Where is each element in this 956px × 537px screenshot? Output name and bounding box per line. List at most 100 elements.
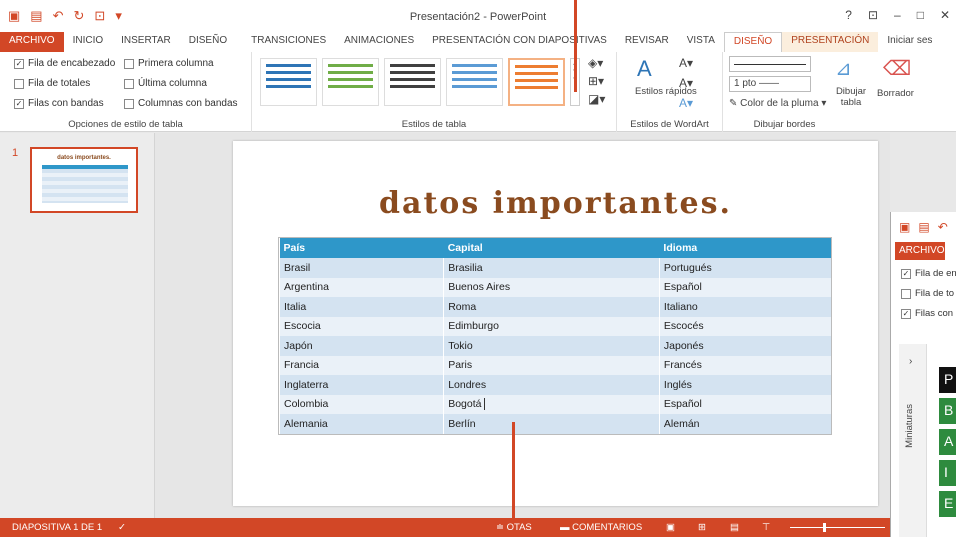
- notes-button[interactable]: ≐ OTAS: [496, 522, 532, 533]
- effects-icon[interactable]: ◪▾: [588, 92, 605, 106]
- text-outline-icon[interactable]: A▾: [679, 76, 693, 90]
- option-label: Primera columna: [138, 58, 214, 69]
- maximize-button[interactable]: □: [917, 8, 924, 22]
- table-cell[interactable]: Argentina: [278, 277, 444, 297]
- table-style-swatch-selected[interactable]: [508, 58, 565, 106]
- minimize-button[interactable]: –: [894, 8, 901, 22]
- zoom-slider-thumb[interactable]: [823, 523, 826, 532]
- slide-thumbnail[interactable]: datos importantes.: [30, 147, 138, 213]
- overlay-option[interactable]: Fila de to: [901, 288, 954, 299]
- table-cell[interactable]: Brasil: [278, 258, 444, 278]
- table-cell[interactable]: Inglés: [658, 375, 831, 395]
- total-row-option[interactable]: Fila de totales: [14, 78, 90, 89]
- checkbox-icon: [124, 58, 134, 69]
- tab-insertar[interactable]: INSERTAR: [112, 32, 180, 52]
- table-cell[interactable]: Edimburgo: [443, 316, 660, 336]
- table-cell[interactable]: Londres: [443, 375, 660, 395]
- table-cell[interactable]: Berlín: [443, 414, 660, 434]
- eraser-icon[interactable]: ⌫: [883, 56, 911, 81]
- thumbnails-collapsed-pane[interactable]: › Miniaturas: [899, 344, 927, 537]
- overlay-table-cell: E: [939, 491, 956, 517]
- pen-style-select[interactable]: [729, 56, 811, 72]
- table-style-swatch[interactable]: [446, 58, 503, 106]
- tab-transiciones[interactable]: TRANSICIONES: [242, 32, 335, 52]
- text-fill-icon[interactable]: A▾: [679, 56, 693, 70]
- table-cell[interactable]: Español: [658, 277, 831, 297]
- pen-color-button[interactable]: ✎ Color de la pluma ▾: [729, 98, 826, 109]
- table-cell[interactable]: Brasilia: [443, 258, 660, 278]
- slide-title[interactable]: datos importantes.: [233, 186, 878, 221]
- window-title: Presentación2 - PowerPoint: [409, 11, 547, 23]
- pen-weight-select[interactable]: 1 pto ——: [729, 76, 811, 92]
- text-styles-icon[interactable]: A: [637, 56, 652, 82]
- table-cell[interactable]: Inglaterra: [278, 375, 444, 395]
- table-cell[interactable]: Escocia: [278, 316, 444, 336]
- first-column-option[interactable]: Primera columna: [124, 58, 214, 69]
- save-icon[interactable]: ▤: [918, 220, 929, 234]
- banded-columns-option[interactable]: Columnas con bandas: [124, 98, 238, 109]
- table-cell[interactable]: Español: [658, 394, 831, 414]
- table-cell[interactable]: Alemania: [278, 414, 444, 434]
- table-cell[interactable]: Colombia: [278, 394, 444, 414]
- tab-table-layout[interactable]: PRESENTACIÓN: [782, 32, 879, 52]
- data-table[interactable]: País Capital Idioma Brasil Brasilia Portug…: [278, 237, 832, 435]
- header-cell-idioma[interactable]: Idioma: [659, 238, 831, 258]
- spellcheck-icon[interactable]: ✓: [118, 522, 126, 533]
- table-row: Inglaterra Londres Inglés: [278, 375, 831, 395]
- tab-archivo[interactable]: ARCHIVO: [895, 242, 945, 260]
- table-cell[interactable]: Japonés: [658, 336, 831, 356]
- table-cell[interactable]: Roma: [443, 297, 660, 317]
- tab-table-design[interactable]: DISEÑO: [723, 32, 783, 52]
- tab-inicio[interactable]: INICIO: [64, 32, 113, 52]
- borders-icon[interactable]: ⊞▾: [588, 74, 604, 88]
- table-cell[interactable]: Buenos Aires: [443, 277, 660, 297]
- table-cell[interactable]: Japón: [278, 336, 444, 356]
- close-button[interactable]: ✕: [940, 8, 950, 22]
- tab-archivo[interactable]: ARCHIVO: [0, 32, 64, 52]
- slideshow-icon[interactable]: ⊤: [762, 522, 770, 533]
- ribbon-display-button[interactable]: ⊡: [868, 8, 878, 22]
- table-style-swatch[interactable]: [384, 58, 441, 106]
- tab-presentacion-diapositivas[interactable]: PRESENTACIÓN CON DIAPOSITIVAS: [423, 32, 616, 52]
- table-cell[interactable]: Paris: [443, 355, 660, 375]
- table-cell[interactable]: Portugués: [658, 258, 831, 278]
- table-cell[interactable]: Italia: [278, 297, 444, 317]
- help-button[interactable]: ?: [845, 8, 852, 22]
- table-cell[interactable]: Francia: [278, 355, 444, 375]
- title-bar: ▣ ▤ ↶ ↻ ⊡ ▾ Presentación2 - PowerPoint ?…: [0, 0, 956, 32]
- table-style-swatch[interactable]: [260, 58, 317, 106]
- draw-table-button[interactable]: Dibujar tabla: [831, 86, 871, 108]
- table-cell[interactable]: Tokio: [443, 336, 660, 356]
- table-cell-active[interactable]: Bogotá: [443, 394, 660, 414]
- sign-in-link[interactable]: Iniciar ses: [878, 32, 941, 52]
- slide[interactable]: datos importantes. País Capital Idioma B…: [233, 141, 878, 506]
- table-cell[interactable]: Escocés: [658, 316, 831, 336]
- table-cell[interactable]: Alemán: [658, 414, 831, 434]
- checkbox-icon: [124, 78, 134, 89]
- zoom-slider[interactable]: [790, 527, 885, 528]
- tab-revisar[interactable]: REVISAR: [616, 32, 678, 52]
- header-row-option[interactable]: ✓ Fila de encabezado: [14, 58, 115, 69]
- overlay-option[interactable]: ✓ Fila de en: [901, 268, 956, 279]
- reading-view-icon[interactable]: ▤: [730, 522, 739, 533]
- table-cell[interactable]: Italiano: [658, 297, 831, 317]
- tab-vista[interactable]: VISTA: [678, 32, 724, 52]
- normal-view-icon[interactable]: ▣: [666, 522, 675, 533]
- chevron-right-icon[interactable]: ›: [909, 356, 912, 367]
- table-cell[interactable]: Francés: [658, 355, 831, 375]
- undo-icon[interactable]: ↶: [938, 220, 948, 234]
- header-cell-capital[interactable]: Capital: [443, 238, 660, 258]
- table-style-swatch[interactable]: [322, 58, 379, 106]
- last-column-option[interactable]: Última columna: [124, 78, 207, 89]
- banded-rows-option[interactable]: ✓ Filas con bandas: [14, 98, 104, 109]
- draw-table-icon[interactable]: ⊿: [835, 56, 852, 81]
- comments-button[interactable]: ▬ COMENTARIOS: [560, 522, 642, 533]
- text-effects-icon[interactable]: A▾: [679, 96, 693, 110]
- slide-sorter-icon[interactable]: ⊞: [698, 522, 706, 533]
- overlay-option[interactable]: ✓ Filas con: [901, 308, 953, 319]
- tab-animaciones[interactable]: ANIMACIONES: [335, 32, 423, 52]
- header-cell-pais[interactable]: País: [279, 238, 444, 258]
- shading-icon[interactable]: ◈▾: [588, 56, 603, 70]
- eraser-button[interactable]: Borrador: [877, 88, 914, 99]
- tab-diseno[interactable]: DISEÑO: [180, 32, 236, 52]
